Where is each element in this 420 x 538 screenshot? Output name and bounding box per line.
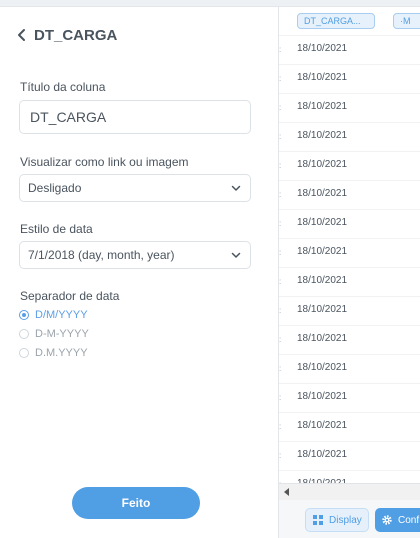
- table-header: DT_CARGA... · M: [279, 7, 420, 35]
- table-row: : 18/10/2021: [279, 122, 420, 151]
- row-edge-fragment: :: [279, 132, 282, 141]
- row-edge-fragment: :: [279, 364, 282, 373]
- column-header-dt-carga[interactable]: DT_CARGA...: [297, 13, 375, 29]
- table-cell[interactable]: 18/10/2021: [297, 188, 347, 199]
- table-row: : 18/10/2021: [279, 354, 420, 383]
- grid-icon: [313, 515, 323, 525]
- table-cell[interactable]: 18/10/2021: [297, 246, 347, 257]
- column-title-input[interactable]: [19, 100, 251, 134]
- done-button[interactable]: Feito: [72, 487, 200, 519]
- table-row: :18/10/2021: [279, 470, 420, 483]
- table-cell[interactable]: 18/10/2021: [297, 130, 347, 141]
- separator-option-dash[interactable]: D-M-YYYY: [19, 328, 89, 340]
- table-cell[interactable]: 18/10/2021: [297, 43, 347, 54]
- separator-option-label: D.M.YYYY: [35, 347, 88, 359]
- table-row: : 18/10/2021: [279, 209, 420, 238]
- table-row: : 18/10/2021: [279, 151, 420, 180]
- display-button[interactable]: Display: [305, 508, 369, 532]
- row-edge-fragment: :: [279, 190, 282, 199]
- settings-button[interactable]: Conf: [375, 508, 420, 532]
- separator-option-label: D-M-YYYY: [35, 328, 89, 340]
- link-display-label: Visualizar como link ou imagem: [20, 155, 189, 169]
- radio-button[interactable]: [19, 329, 29, 339]
- separator-option-label: D/M/YYYY: [35, 309, 88, 321]
- table-cell[interactable]: 18/10/2021: [297, 217, 347, 228]
- table-cell[interactable]: 18/10/2021: [297, 391, 347, 402]
- separator-option-dot[interactable]: D.M.YYYY: [19, 347, 88, 359]
- table-cell[interactable]: 18/10/2021: [297, 72, 347, 83]
- top-bar: [0, 0, 420, 7]
- link-display-select[interactable]: Desligado: [19, 174, 251, 202]
- table-cell[interactable]: 18/10/2021: [297, 420, 347, 431]
- settings-button-label: Conf: [398, 514, 420, 526]
- table-row: : 18/10/2021: [279, 35, 420, 64]
- row-edge-fragment: :: [279, 219, 282, 228]
- column-title-label: Título da coluna: [20, 80, 106, 94]
- date-style-label: Estilo de data: [20, 222, 93, 236]
- table-cell[interactable]: 18/10/2021: [297, 449, 347, 460]
- back-header[interactable]: DT_CARGA: [14, 25, 117, 45]
- table-row: : 18/10/2021: [279, 64, 420, 93]
- row-edge-fragment: :: [279, 248, 282, 257]
- row-edge-fragment: :: [279, 74, 282, 83]
- scroll-left-arrow-icon[interactable]: [284, 488, 289, 496]
- column-header-label: M: [403, 16, 411, 26]
- results-table: DT_CARGA... · M : 18/10/2021: 18/10/2021: 1…: [279, 7, 420, 483]
- row-edge-fragment: :: [279, 45, 282, 54]
- table-cell[interactable]: 18/10/2021: [297, 275, 347, 286]
- sidebar-title: DT_CARGA: [34, 26, 118, 44]
- column-settings-sidebar: DT_CARGA Título da coluna Visualizar com…: [0, 7, 279, 538]
- chevron-left-icon[interactable]: [14, 27, 30, 43]
- chevron-down-icon: [231, 252, 241, 258]
- table-row: : 18/10/2021: [279, 180, 420, 209]
- row-edge-fragment: :: [279, 306, 282, 315]
- table-cell[interactable]: 18/10/2021: [297, 362, 347, 373]
- row-edge-fragment: :: [279, 451, 282, 460]
- date-style-value: 7/1/2018 (day, month, year): [28, 248, 175, 262]
- table-row: : 18/10/2021: [279, 296, 420, 325]
- table-row: : 18/10/2021: [279, 325, 420, 354]
- date-separator-label: Separador de data: [20, 289, 120, 303]
- table-row: : 18/10/2021: [279, 238, 420, 267]
- table-cell[interactable]: 18/10/2021: [297, 333, 347, 344]
- row-edge-fragment: :: [279, 161, 282, 170]
- table-row: : 18/10/2021: [279, 93, 420, 122]
- row-edge-fragment: :: [279, 103, 282, 112]
- display-button-label: Display: [329, 514, 362, 526]
- table-cell[interactable]: 18/10/2021: [297, 101, 347, 112]
- table-footer: Display Conf: [279, 500, 420, 538]
- row-edge-fragment: :: [279, 335, 282, 344]
- row-edge-fragment: :: [279, 393, 282, 402]
- column-header-m[interactable]: · M: [393, 13, 420, 29]
- link-display-value: Desligado: [28, 181, 82, 195]
- row-edge-fragment: :: [279, 422, 282, 431]
- table-cell[interactable]: 18/10/2021: [297, 159, 347, 170]
- radio-button[interactable]: [19, 310, 29, 320]
- table-row: : 18/10/2021: [279, 441, 420, 470]
- radio-button[interactable]: [19, 348, 29, 358]
- horizontal-scrollbar[interactable]: [279, 483, 420, 500]
- table-row: : 18/10/2021: [279, 412, 420, 441]
- gear-icon: [382, 515, 392, 525]
- table-row: : 18/10/2021: [279, 267, 420, 296]
- row-edge-fragment: :: [279, 277, 282, 286]
- table-row: : 18/10/2021: [279, 383, 420, 412]
- separator-option-slash[interactable]: D/M/YYYY: [19, 309, 88, 321]
- table-cell[interactable]: 18/10/2021: [297, 304, 347, 315]
- date-style-select[interactable]: 7/1/2018 (day, month, year): [19, 241, 251, 269]
- chevron-down-icon: [231, 185, 241, 191]
